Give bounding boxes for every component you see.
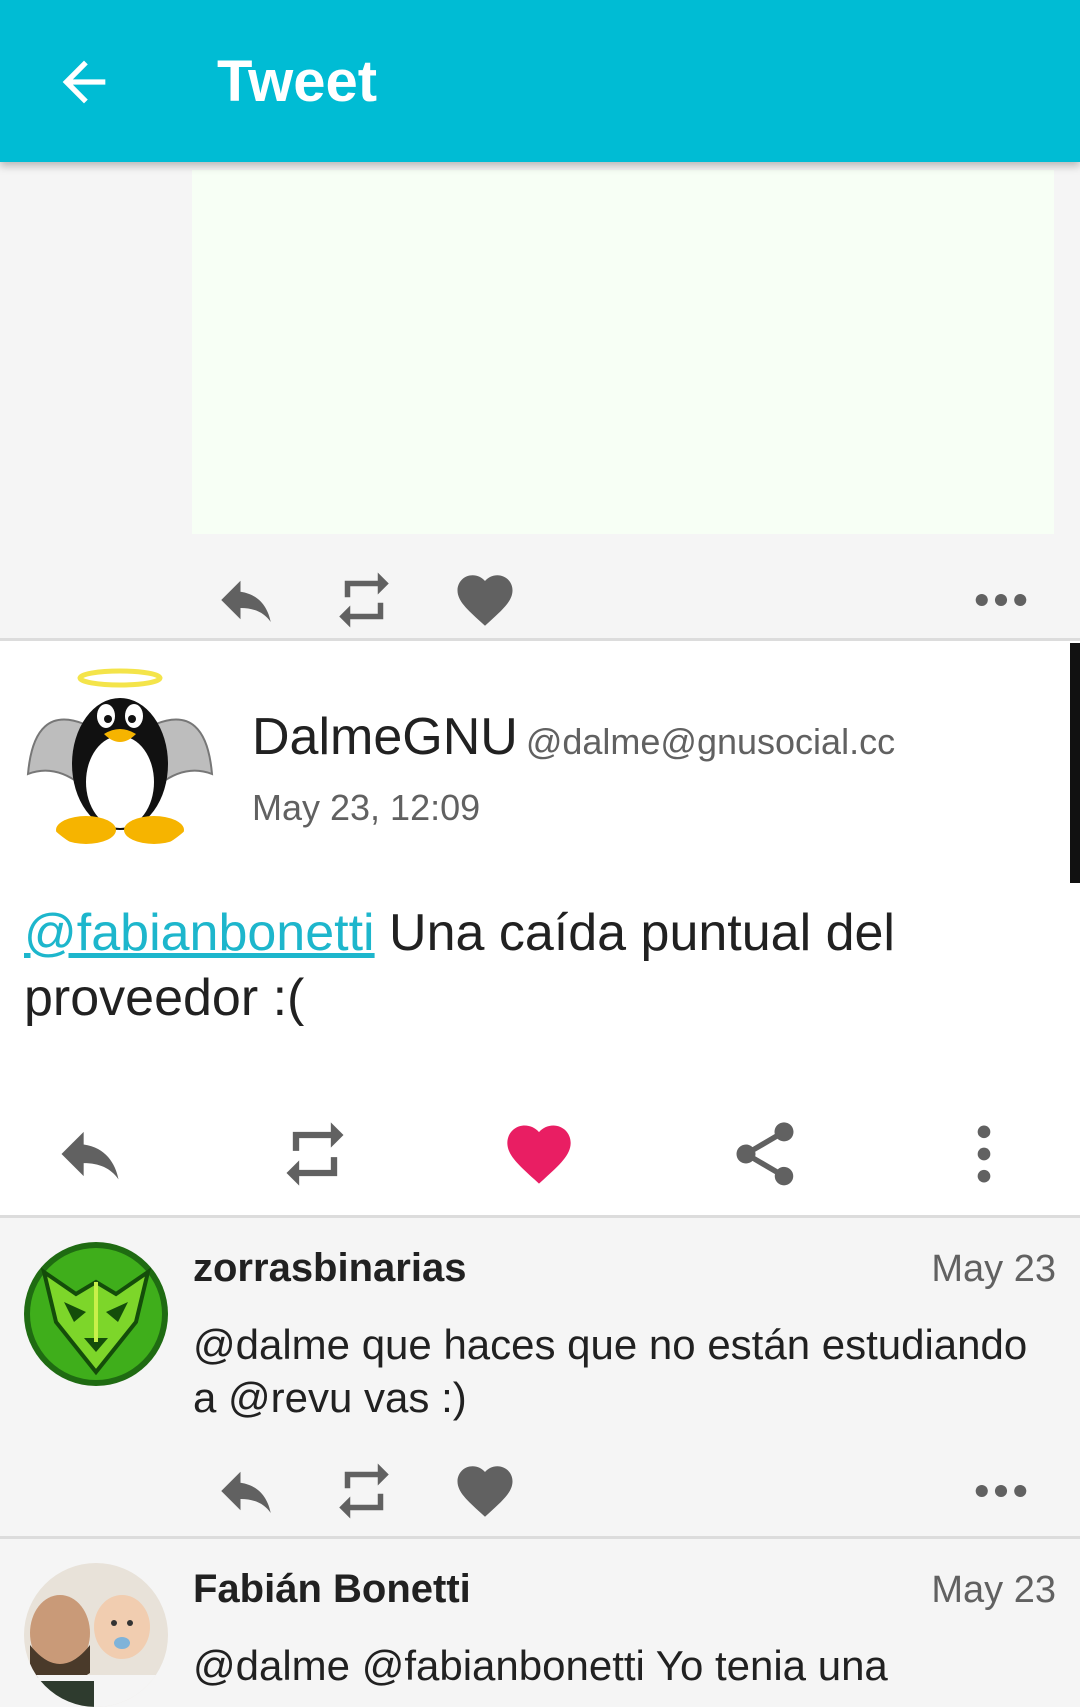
arrow-left-icon[interactable] (52, 50, 116, 114)
fox-avatar (24, 1242, 168, 1386)
reply-text: @dalme que haces que no están estudiando… (193, 1321, 1028, 1421)
reply-icon[interactable] (52, 1116, 128, 1192)
heart-icon-active[interactable] (501, 1116, 577, 1192)
tweet-actions (0, 1106, 1080, 1206)
reply-tweet[interactable]: Fabián Bonetti May 23 @dalme @fabianbone… (0, 1539, 1080, 1707)
more-vertical-icon[interactable] (946, 1116, 1022, 1192)
tweet-date: May 23, 12:09 (252, 787, 481, 828)
reply-date: May 23 (931, 1569, 1056, 1611)
page-title: Tweet (217, 49, 378, 114)
mention-link[interactable]: @fabianbonetti (24, 904, 375, 962)
avatar[interactable] (24, 1242, 168, 1386)
reply-tweet[interactable]: zorrasbinarias May 23 @dalme que haces q… (0, 1218, 1080, 1536)
reply-icon[interactable] (213, 567, 279, 633)
user-handle[interactable]: @dalme@gnusocial.cc (526, 721, 895, 762)
tux-angel-avatar (26, 668, 214, 844)
avatar[interactable] (24, 1563, 168, 1707)
reply-text: @dalme @fabianbonetti Yo tenia una (193, 1642, 888, 1689)
tweet-media[interactable] (192, 170, 1054, 534)
photo-avatar (24, 1563, 168, 1707)
scrollbar[interactable] (1070, 643, 1080, 883)
share-icon[interactable] (727, 1116, 803, 1192)
avatar[interactable] (24, 664, 216, 856)
retweet-icon[interactable] (277, 1116, 353, 1192)
app-bar: Tweet (0, 0, 1080, 162)
retweet-icon[interactable] (331, 1458, 397, 1524)
more-horizontal-icon[interactable] (968, 1458, 1034, 1524)
author-name[interactable]: DalmeGNU @dalme@gnusocial.cc (252, 707, 895, 767)
retweet-icon[interactable] (331, 567, 397, 633)
tweet-actions (0, 555, 1080, 641)
reply-date: May 23 (931, 1248, 1056, 1290)
reply-author[interactable]: Fabián Bonetti (193, 1567, 471, 1612)
heart-icon[interactable] (452, 567, 518, 633)
display-name[interactable]: DalmeGNU (252, 708, 518, 766)
tweet-actions (0, 1448, 1080, 1534)
tweet-text: @fabianbonetti Una caída puntual del pro… (24, 901, 1034, 1031)
main-tweet: DalmeGNU @dalme@gnusocial.cc May 23, 12:0… (0, 641, 1080, 1215)
more-horizontal-icon[interactable] (968, 567, 1034, 633)
reply-author[interactable]: zorrasbinarias (193, 1246, 466, 1291)
heart-icon[interactable] (452, 1458, 518, 1524)
reply-icon[interactable] (213, 1458, 279, 1524)
previous-tweet (0, 162, 1080, 638)
